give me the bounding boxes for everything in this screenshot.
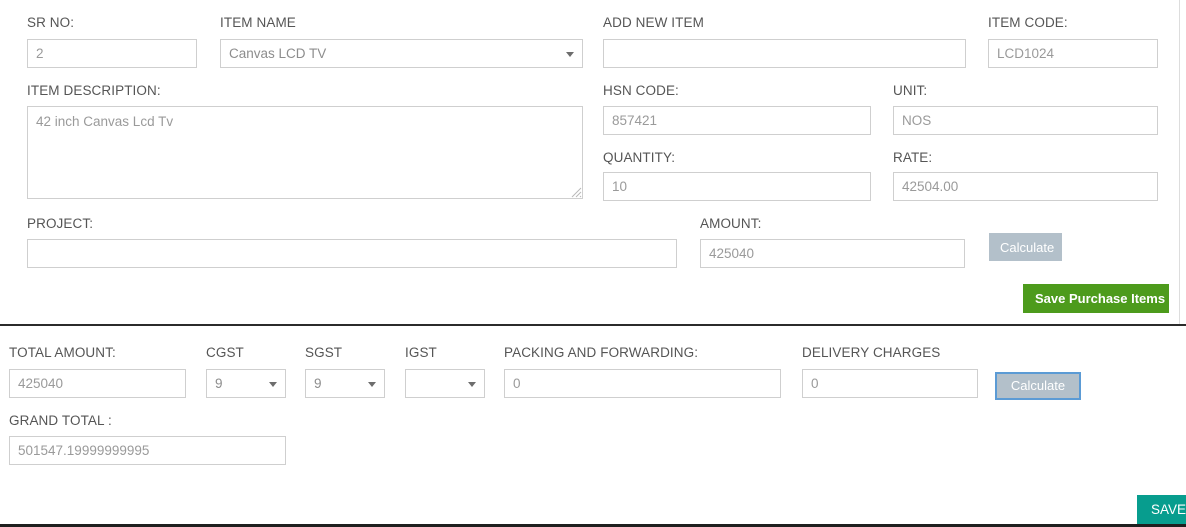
panel-right-border [1179, 0, 1180, 325]
add-new-item-input[interactable] [603, 39, 966, 68]
unit-label: UNIT: [893, 83, 928, 98]
project-input[interactable] [27, 239, 677, 268]
save-purchase-items-button[interactable]: Save Purchase Items [1023, 284, 1169, 313]
cgst-label: CGST [206, 345, 244, 360]
hsn-code-label: HSN CODE: [603, 83, 679, 98]
delivery-charges-input[interactable]: 0 [802, 369, 978, 398]
sgst-select[interactable]: 9 [305, 369, 385, 398]
amount-input[interactable]: 425040 [700, 239, 965, 268]
chevron-down-icon [269, 381, 277, 387]
cgst-select[interactable]: 9 [206, 369, 286, 398]
textarea-resize-handle[interactable] [570, 186, 582, 198]
amount-label: AMOUNT: [700, 216, 762, 231]
chevron-down-icon [566, 51, 574, 57]
quantity-label: QUANTITY: [603, 150, 676, 165]
section-divider [0, 324, 1186, 326]
chevron-down-icon [368, 381, 376, 387]
rate-label: RATE: [893, 150, 933, 165]
chevron-down-icon [468, 381, 476, 387]
total-amount-label: TOTAL AMOUNT: [9, 345, 116, 360]
add-new-item-label: ADD NEW ITEM [603, 15, 704, 30]
total-amount-input[interactable]: 425040 [9, 369, 186, 398]
purchase-items-page: SR NO: 2 ITEM NAME Canvas LCD TV ADD NEW… [0, 0, 1186, 527]
item-name-label: ITEM NAME [220, 15, 296, 30]
delivery-charges-label: DELIVERY CHARGES [802, 345, 941, 360]
packing-and-forwarding-label: PACKING AND FORWARDING: [504, 345, 699, 360]
item-code-label: ITEM CODE: [988, 15, 1068, 30]
grand-total-label: GRAND TOTAL : [9, 413, 112, 428]
calculate-totals-button[interactable]: Calculate [995, 372, 1081, 400]
item-name-select[interactable]: Canvas LCD TV [220, 39, 583, 68]
packing-and-forwarding-input[interactable]: 0 [504, 369, 781, 398]
grand-total-input[interactable]: 501547.19999999995 [9, 436, 286, 465]
save-button[interactable]: SAVE [1137, 495, 1186, 525]
sgst-label: SGST [305, 345, 343, 360]
sr-no-label: SR NO: [27, 15, 75, 30]
item-name-select-value: Canvas LCD TV [229, 46, 327, 61]
calculate-item-button[interactable]: Calculate [989, 233, 1062, 261]
project-label: PROJECT: [27, 216, 94, 231]
rate-input[interactable]: 42504.00 [893, 172, 1158, 201]
item-code-input[interactable]: LCD1024 [988, 39, 1158, 68]
hsn-code-input[interactable]: 857421 [603, 106, 871, 135]
item-description-textarea[interactable]: 42 inch Canvas Lcd Tv [27, 106, 583, 199]
igst-select[interactable] [405, 369, 485, 398]
sr-no-input[interactable]: 2 [27, 39, 197, 68]
item-description-label: ITEM DESCRIPTION: [27, 83, 161, 98]
igst-label: IGST [405, 345, 437, 360]
unit-input[interactable]: NOS [893, 106, 1158, 135]
quantity-input[interactable]: 10 [603, 172, 871, 201]
